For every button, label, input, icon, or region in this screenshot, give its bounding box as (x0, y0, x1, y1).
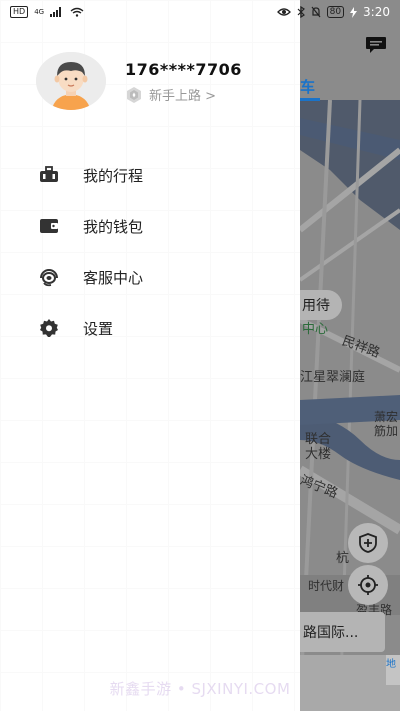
crosshair-icon (358, 575, 378, 595)
status-bar: HD 4G 80 3:20 (0, 0, 400, 24)
menu-item-settings[interactable]: 设置 (38, 313, 113, 343)
gear-icon (38, 317, 60, 339)
luggage-icon (38, 164, 60, 186)
wallet-icon (38, 215, 60, 237)
shield-icon (359, 533, 377, 553)
signal-icon (50, 7, 62, 17)
destination-card[interactable]: 路国际... (285, 612, 385, 652)
menu-item-wallet[interactable]: 我的钱包 (38, 211, 143, 241)
drawer-body: 176****7706 新手上路 > 我的行程 我的钱包 客服中心 设置 (0, 0, 300, 711)
headset-icon (38, 266, 60, 288)
menu-label-settings: 设置 (83, 319, 114, 338)
avatar[interactable] (36, 52, 106, 110)
menu-item-service[interactable]: 客服中心 (38, 262, 143, 292)
menu-label-trips: 我的行程 (83, 166, 144, 185)
hd-indicator: HD (10, 6, 29, 18)
map-label: 中心 (302, 322, 329, 337)
tab-underline (300, 98, 320, 101)
bluetooth-icon (297, 6, 305, 18)
map-label: 时代财 (308, 579, 345, 593)
profile-header[interactable] (36, 52, 106, 110)
map-label: 筋加 (374, 424, 399, 438)
tab-car[interactable]: 车 (300, 76, 315, 97)
menu-label-wallet: 我的钱包 (83, 217, 144, 236)
user-level[interactable]: 新手上路 > (125, 85, 216, 104)
map-label: 大楼 (305, 447, 332, 462)
locate-button[interactable] (348, 565, 388, 605)
safety-button[interactable] (348, 523, 388, 563)
charging-icon (350, 6, 358, 18)
map-label: 江星翠澜庭 (300, 370, 366, 385)
wifi-icon (70, 7, 84, 17)
status-left: HD 4G (10, 6, 84, 18)
mute-icon (311, 6, 321, 18)
status-right: 80 3:20 (276, 5, 390, 19)
side-drawer: 176****7706 新手上路 > 我的行程 我的钱包 客服中心 设置 (0, 0, 300, 711)
eye-icon (276, 8, 291, 16)
watermark: 新鑫手游 • SJXINYI.COM (109, 680, 291, 698)
battery-indicator: 80 (326, 6, 345, 18)
network-type: 4G (34, 8, 45, 16)
avatar-illustration (36, 52, 106, 110)
message-icon[interactable] (365, 36, 387, 54)
clock: 3:20 (363, 5, 390, 19)
user-phone: 176****7706 (125, 60, 242, 79)
level-badge-icon (127, 86, 141, 103)
map-label: 杭 (336, 551, 350, 566)
menu-item-trips[interactable]: 我的行程 (38, 160, 143, 190)
level-label: 新手上路 > (149, 89, 217, 104)
menu-label-service: 客服中心 (83, 268, 144, 287)
